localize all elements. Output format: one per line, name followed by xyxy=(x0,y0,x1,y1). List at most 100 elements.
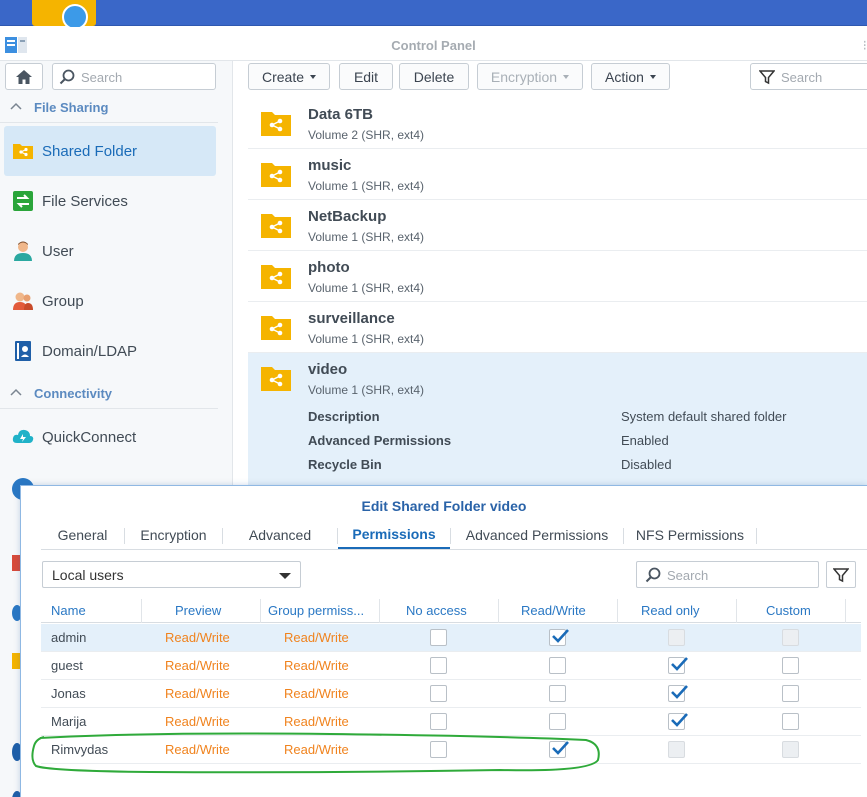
read-only-checkbox[interactable] xyxy=(668,713,688,730)
checkmark-icon xyxy=(671,657,688,671)
folder-volume: Volume 1 (SHR, ext4) xyxy=(308,179,425,193)
sidebar-item-file-services[interactable]: File Services xyxy=(4,176,216,226)
read-only-checkbox[interactable] xyxy=(668,685,688,702)
edit-button[interactable]: Edit xyxy=(339,63,393,90)
column-header-read-write[interactable]: Read/Write xyxy=(521,603,586,618)
permission-row[interactable]: Rimvydas Read/Write Read/Write xyxy=(41,736,861,764)
column-header-read-only[interactable]: Read only xyxy=(641,603,700,618)
edit-shared-folder-dialog: Edit Shared Folder video General Encrypt… xyxy=(20,485,867,797)
read-write-checkbox[interactable] xyxy=(549,741,569,758)
permissions-search-input[interactable] xyxy=(667,566,812,584)
no-access-checkbox[interactable] xyxy=(430,741,447,758)
tab-label: NFS Permissions xyxy=(635,527,745,543)
dialog-title: Edit Shared Folder video xyxy=(361,498,527,514)
sidebar-item-label: User xyxy=(42,243,74,260)
read-write-checkbox[interactable] xyxy=(549,713,566,730)
column-header-custom[interactable]: Custom xyxy=(766,603,811,618)
section-file-sharing[interactable]: File Sharing xyxy=(0,93,218,123)
folder-row[interactable]: video Volume 1 (SHR, ext4) Description Syst… xyxy=(248,353,867,489)
folder-row[interactable]: surveillance Volume 1 (SHR, ext4) xyxy=(248,302,867,353)
custom-checkbox[interactable] xyxy=(782,741,799,758)
tab-advanced[interactable]: Advanced xyxy=(223,521,337,549)
filter-button[interactable] xyxy=(826,561,856,588)
custom-checkbox[interactable] xyxy=(782,713,799,730)
no-access-checkbox[interactable] xyxy=(430,713,447,730)
user-name: Jonas xyxy=(51,686,86,701)
folder-row[interactable]: photo Volume 1 (SHR, ext4) xyxy=(248,251,867,302)
encryption-label: Encryption xyxy=(490,68,558,85)
read-only-checkbox[interactable] xyxy=(668,629,685,646)
sidebar-item-shared-folder[interactable]: Shared Folder xyxy=(4,126,216,176)
no-access-checkbox[interactable] xyxy=(430,657,447,674)
folder-volume: Volume 1 (SHR, ext4) xyxy=(308,230,425,244)
no-access-checkbox[interactable] xyxy=(430,685,447,702)
create-button[interactable]: Create xyxy=(248,63,330,90)
folder-search[interactable] xyxy=(750,63,867,90)
group-permission: Read/Write xyxy=(284,714,349,729)
column-header-group-permissions[interactable]: Group permiss... xyxy=(268,603,364,618)
no-access-checkbox[interactable] xyxy=(430,629,447,646)
custom-checkbox[interactable] xyxy=(782,685,799,702)
tab-general[interactable]: General xyxy=(41,521,124,549)
custom-checkbox[interactable] xyxy=(782,629,799,646)
column-header-no-access[interactable]: No access xyxy=(406,603,467,618)
section-label: Connectivity xyxy=(34,386,113,401)
tab-encryption[interactable]: Encryption xyxy=(125,521,222,549)
file-services-icon xyxy=(13,191,33,211)
sidebar-search[interactable] xyxy=(52,63,216,90)
read-write-checkbox[interactable] xyxy=(549,629,569,646)
read-write-checkbox[interactable] xyxy=(549,685,566,702)
preview-permission: Read/Write xyxy=(165,630,230,645)
delete-label: Delete xyxy=(413,68,455,85)
shared-folder-icon xyxy=(261,163,291,187)
permission-row[interactable]: admin Read/Write Read/Write xyxy=(41,624,861,652)
folder-row[interactable]: NetBackup Volume 1 (SHR, ext4) xyxy=(248,200,867,251)
shared-folder-icon xyxy=(261,367,291,391)
delete-button[interactable]: Delete xyxy=(399,63,469,90)
folder-property-label: Advanced Permissions xyxy=(308,433,452,448)
tab-permissions[interactable]: Permissions xyxy=(338,521,450,549)
user-icon xyxy=(14,241,32,261)
user-name: admin xyxy=(51,630,87,645)
shared-folder-icon xyxy=(13,144,33,159)
sidebar-item-group[interactable]: Group xyxy=(4,276,216,326)
quickconnect-icon xyxy=(12,429,34,443)
tab-label: Permissions xyxy=(352,526,436,542)
edit-label: Edit xyxy=(353,68,379,85)
folder-name: Data 6TB xyxy=(308,106,374,123)
folder-volume: Volume 1 (SHR, ext4) xyxy=(308,332,425,346)
permission-row[interactable]: Marija Read/Write Read/Write xyxy=(41,708,861,736)
home-button[interactable] xyxy=(5,63,43,90)
tab-advanced-permissions[interactable]: Advanced Permissions xyxy=(451,521,623,549)
search-icon xyxy=(59,69,75,85)
folder-search-input[interactable] xyxy=(781,68,867,86)
user-name: guest xyxy=(51,658,83,673)
sidebar-item-quickconnect[interactable]: QuickConnect xyxy=(4,412,216,462)
tab-nfs-permissions[interactable]: NFS Permissions xyxy=(624,521,756,549)
encryption-button[interactable]: Encryption xyxy=(477,63,583,90)
chevron-up-icon xyxy=(10,388,22,396)
custom-checkbox[interactable] xyxy=(782,657,799,674)
maximize-icon[interactable]: ⁝ xyxy=(863,37,867,54)
folder-row[interactable]: music Volume 1 (SHR, ext4) xyxy=(248,149,867,200)
column-header-name[interactable]: Name xyxy=(51,603,86,618)
checkmark-icon xyxy=(671,685,688,699)
section-connectivity[interactable]: Connectivity xyxy=(0,379,218,409)
grid-header: Name Preview Group permiss... No access … xyxy=(41,599,861,623)
folder-property-value: Enabled xyxy=(621,433,669,448)
user-scope-select[interactable]: Local users xyxy=(42,561,301,588)
permissions-search[interactable] xyxy=(636,561,819,588)
read-only-checkbox[interactable] xyxy=(668,657,688,674)
column-header-preview[interactable]: Preview xyxy=(175,603,221,618)
action-button[interactable]: Action xyxy=(591,63,670,90)
permission-row[interactable]: Jonas Read/Write Read/Write xyxy=(41,680,861,708)
sidebar-item-domain-ldap[interactable]: Domain/LDAP xyxy=(4,326,216,376)
domain-ldap-icon xyxy=(15,341,31,361)
folder-row[interactable]: Data 6TB Volume 2 (SHR, ext4) xyxy=(248,98,867,149)
sidebar-search-input[interactable] xyxy=(81,68,211,86)
permission-row[interactable]: guest Read/Write Read/Write xyxy=(41,652,861,680)
read-only-checkbox[interactable] xyxy=(668,741,685,758)
read-write-checkbox[interactable] xyxy=(549,657,566,674)
caret-down-icon xyxy=(310,74,317,79)
sidebar-item-user[interactable]: User xyxy=(4,226,216,276)
